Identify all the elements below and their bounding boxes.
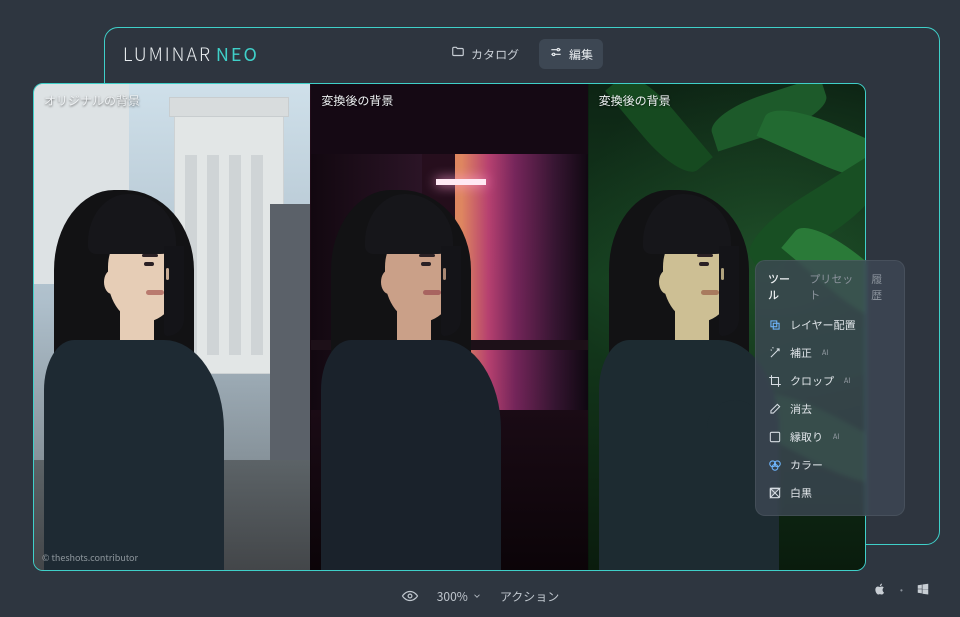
platform-icons: ·: [873, 577, 930, 601]
tool-item-color[interactable]: カラー: [756, 451, 904, 479]
column-shape: [251, 155, 263, 355]
chevron-down-icon: [472, 588, 482, 605]
column-shape: [229, 155, 241, 355]
zoom-value: 300%: [437, 588, 468, 605]
ai-badge: AI: [822, 348, 828, 358]
tool-item-label: 消去: [790, 401, 812, 417]
tool-item-label: カラー: [790, 457, 823, 473]
separator: ·: [897, 577, 906, 601]
panel-replaced-2-label: 変換後の背景: [599, 92, 671, 109]
edit-label: 編集: [569, 46, 593, 63]
crop-icon: [768, 374, 782, 388]
tool-item-label: 縁取り: [790, 429, 823, 445]
windows-icon: [916, 577, 930, 591]
topbar-mode-switch: カタログ 編集: [441, 39, 603, 69]
tool-item-label: クロップ: [790, 373, 834, 389]
zoom-control[interactable]: 300%: [437, 588, 482, 605]
tool-item-wand[interactable]: 補正 AI: [756, 339, 904, 367]
tool-item-erase[interactable]: 消去: [756, 395, 904, 423]
panel-original[interactable]: オリジナルの背景 © theshots.contributor: [34, 84, 310, 570]
tool-item-label: レイヤー配置: [790, 317, 856, 333]
sliders-icon: [549, 45, 563, 63]
panel-replaced-1[interactable]: 変換後の背景: [310, 84, 587, 570]
action-button[interactable]: アクション: [500, 588, 559, 605]
tool-item-bw[interactable]: 白黒: [756, 479, 904, 507]
outline-icon: [768, 430, 782, 444]
tool-item-label: 白黒: [790, 485, 812, 501]
subject-figure: [34, 150, 224, 570]
tool-item-outline[interactable]: 縁取り AI: [756, 423, 904, 451]
building-shape: [270, 204, 310, 504]
catalog-label: カタログ: [471, 46, 519, 63]
panel-replaced-1-label: 変換後の背景: [321, 92, 393, 109]
tool-item-label: 補正: [790, 345, 812, 361]
erase-icon: [768, 402, 782, 416]
ai-badge: AI: [833, 432, 839, 442]
layer-icon: [768, 318, 782, 332]
apple-icon: [873, 577, 887, 591]
ai-badge: AI: [844, 376, 850, 386]
tab-presets[interactable]: プリセット: [809, 271, 861, 303]
tab-tools[interactable]: ツール: [768, 271, 799, 303]
bw-icon: [768, 486, 782, 500]
edit-button[interactable]: 編集: [539, 39, 603, 69]
wand-icon: [768, 346, 782, 360]
subject-figure: [589, 150, 779, 570]
brand-text-1: LUMINAR: [123, 41, 212, 67]
folder-icon: [451, 45, 465, 63]
image-credit: © theshots.contributor: [42, 551, 138, 564]
topbar: LUMINAR NEO カタログ 編集: [105, 28, 939, 80]
tool-item-crop[interactable]: クロップ AI: [756, 367, 904, 395]
tool-list: レイヤー配置補正 AI クロップ AI 消去縁取り AI カラー白黒: [756, 311, 904, 507]
app-brand: LUMINAR NEO: [123, 41, 259, 67]
panel-original-label: オリジナルの背景: [44, 92, 140, 109]
tool-panel: ツール プリセット 履歴 レイヤー配置補正 AI クロップ AI 消去縁取り AI カラー白…: [755, 260, 905, 516]
comparison-strip: オリジナルの背景 © theshots.contributor 変換後の背景: [33, 83, 866, 571]
brand-text-2: NEO: [216, 41, 259, 67]
color-icon: [768, 458, 782, 472]
bottom-bar: 300% アクション: [0, 587, 960, 605]
tool-item-layer[interactable]: レイヤー配置: [756, 311, 904, 339]
subject-figure: [311, 150, 501, 570]
tool-panel-tabs: ツール プリセット 履歴: [756, 271, 904, 311]
eye-icon[interactable]: [401, 587, 419, 605]
catalog-button[interactable]: カタログ: [441, 39, 529, 69]
tab-history[interactable]: 履歴: [871, 271, 892, 303]
